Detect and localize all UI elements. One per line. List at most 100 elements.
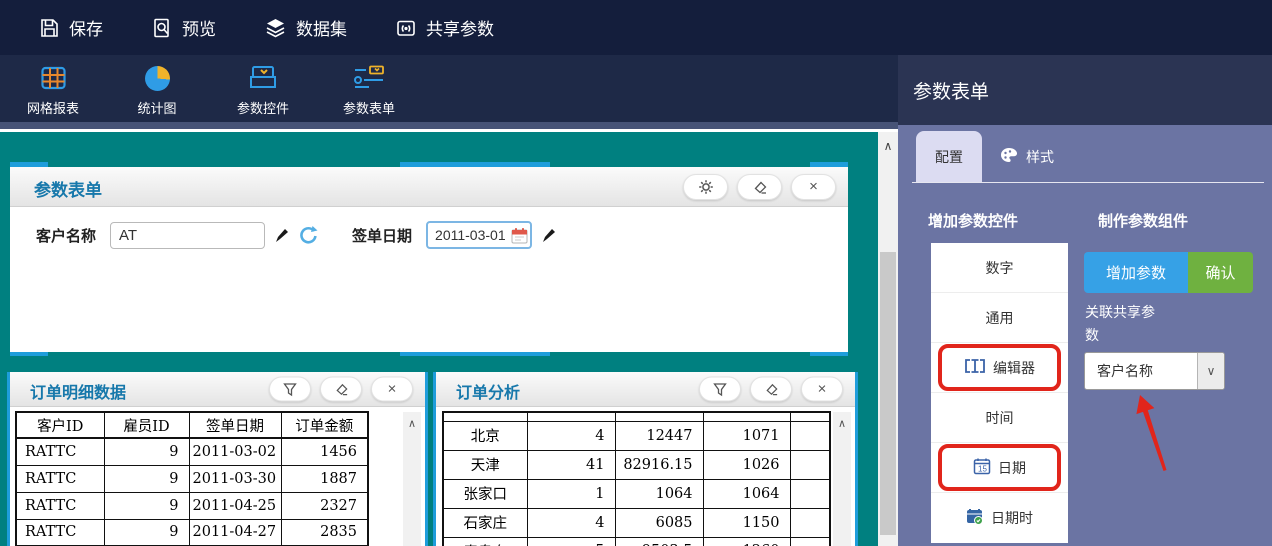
order-analysis-panel-title: 订单分析 [456,385,521,402]
close-button[interactable]: × [801,376,843,402]
table-cell: 9 [103,437,190,466]
control-item-editor[interactable]: 编辑器 [931,343,1068,393]
param-form-panel-title: 参数表单 [34,181,102,200]
top-menubar: 保存 预览 数据集 共享参数 [0,0,1272,55]
settings-button[interactable] [683,173,728,200]
table-cell [789,420,831,451]
table-cell: RATTC [15,491,105,520]
component-toolbar: 网格报表 统计图 参数控件 参数表单 [0,55,898,122]
control-item-time[interactable]: 时间 [931,393,1068,443]
chart-tool[interactable]: 统计图 [111,62,203,117]
tab-config-label: 配置 [935,148,963,165]
table-cell: 1 [526,478,616,509]
svg-text:15: 15 [978,465,987,474]
table-cell: 12447 [614,420,704,451]
add-controls-section-title: 增加参数控件 [928,213,1019,230]
table-cell: 1456 [280,437,369,466]
shared-param-dropdown[interactable]: 客户名称 ∨ [1084,352,1225,390]
control-item-label: 日期 [998,459,1026,476]
filter-button[interactable] [269,376,311,402]
order-detail-panel: 订单明细数据 × 客户ID 雇员ID 签单日期 订单金额 RATTC 9 2011-… [7,372,428,546]
properties-panel-header: 参数表单 [898,55,1272,125]
scroll-up-icon[interactable]: ∧ [878,132,898,153]
table-row: 张家口 1 1064 1064 [442,478,831,509]
param-control-tool[interactable]: 参数控件 [217,62,309,117]
clear-button[interactable] [320,376,362,402]
table-scrollbar[interactable]: ∧ [833,412,851,546]
table-cell: 2011-04-25 [188,491,282,520]
table-cell: 2011-03-02 [188,437,282,466]
editor-icon [964,358,986,377]
edit-pen-icon[interactable] [274,227,289,243]
tab-style-label: 样式 [1026,149,1054,165]
control-item-label: 编辑器 [993,359,1035,376]
control-item-number[interactable]: 数字 [931,243,1068,293]
canvas-scrollbar[interactable]: ∧ [878,132,898,546]
param-form-tool[interactable]: 参数表单 [323,62,415,117]
table-cell: 9 [103,464,190,493]
table-cell [789,449,831,480]
shared-params-button[interactable]: 共享参数 [395,15,494,40]
order-detail-table: 客户ID 雇员ID 签单日期 订单金额 RATTC 9 2011-03-02 1456… [15,411,369,546]
table-scrollbar[interactable]: ∧ [403,412,421,546]
dataset-icon [264,17,287,39]
annotation-arrow [1136,395,1167,471]
close-button[interactable]: × [371,376,413,402]
add-param-button[interactable]: 增加参数 [1084,252,1188,293]
make-component-buttons: 增加参数 确认 [1084,252,1253,293]
grid-report-label: 网格报表 [26,101,79,116]
edit-pen-icon[interactable] [541,227,556,243]
eraser-icon [335,383,348,396]
tab-config[interactable]: 配置 [916,131,982,182]
close-button[interactable]: × [791,173,836,200]
clear-button[interactable] [737,173,782,200]
date-icon: 15 [973,457,991,478]
param-control-icon [217,62,309,94]
close-icon: × [817,380,827,398]
table-cell: 1887 [280,464,369,493]
column-header: 雇员ID [103,411,190,439]
calendar-icon[interactable] [511,227,528,249]
control-item-general[interactable]: 通用 [931,293,1068,343]
tab-style[interactable]: 样式 [1000,147,1054,167]
toolbar-bottom-strip [0,122,898,129]
close-icon: × [809,178,818,195]
dataset-label: 数据集 [296,20,347,39]
dataset-button[interactable]: 数据集 [264,15,347,40]
divider [912,182,1264,183]
scrollbar-thumb[interactable] [880,252,896,535]
control-item-label: 日期时 [991,510,1033,526]
filter-icon [713,382,727,396]
refresh-icon[interactable] [298,225,318,245]
customer-name-input[interactable] [110,221,266,249]
grid-report-tool[interactable]: 网格报表 [7,62,99,117]
param-control-label: 参数控件 [236,101,289,116]
control-item-date[interactable]: 15 日期 [931,443,1068,493]
confirm-button[interactable]: 确认 [1188,252,1253,293]
eraser-icon [765,383,778,396]
table-cell [789,507,831,538]
palette-icon [1000,147,1019,167]
column-header: 订单金额 [280,411,369,439]
clear-button[interactable] [750,376,792,402]
preview-button[interactable]: 预览 [151,15,216,40]
filter-icon [283,382,297,396]
save-button[interactable]: 保存 [38,15,103,40]
table-cell: 1150 [702,507,791,538]
table-row: 天津 41 82916.15 1026 [442,449,831,480]
scroll-up-icon[interactable]: ∧ [403,412,421,430]
scroll-up-icon[interactable]: ∧ [833,412,851,430]
control-item-label: 数字 [985,259,1014,276]
table-cell: 1071 [702,420,791,451]
preview-icon [151,17,173,39]
linked-shared-param-label: 关联共享参数 [1085,304,1155,343]
chevron-down-icon[interactable]: ∨ [1197,353,1224,389]
control-item-datetime[interactable]: 日期时 [931,493,1068,543]
filter-button[interactable] [699,376,741,402]
table-cell: RATTC [15,437,105,466]
dropdown-value: 客户名称 [1097,363,1153,379]
shared-params-label: 共享参数 [426,20,494,39]
table-cell: 石家庄 [442,507,528,538]
table-cell: 张家口 [442,478,528,509]
shared-params-icon [395,17,417,39]
